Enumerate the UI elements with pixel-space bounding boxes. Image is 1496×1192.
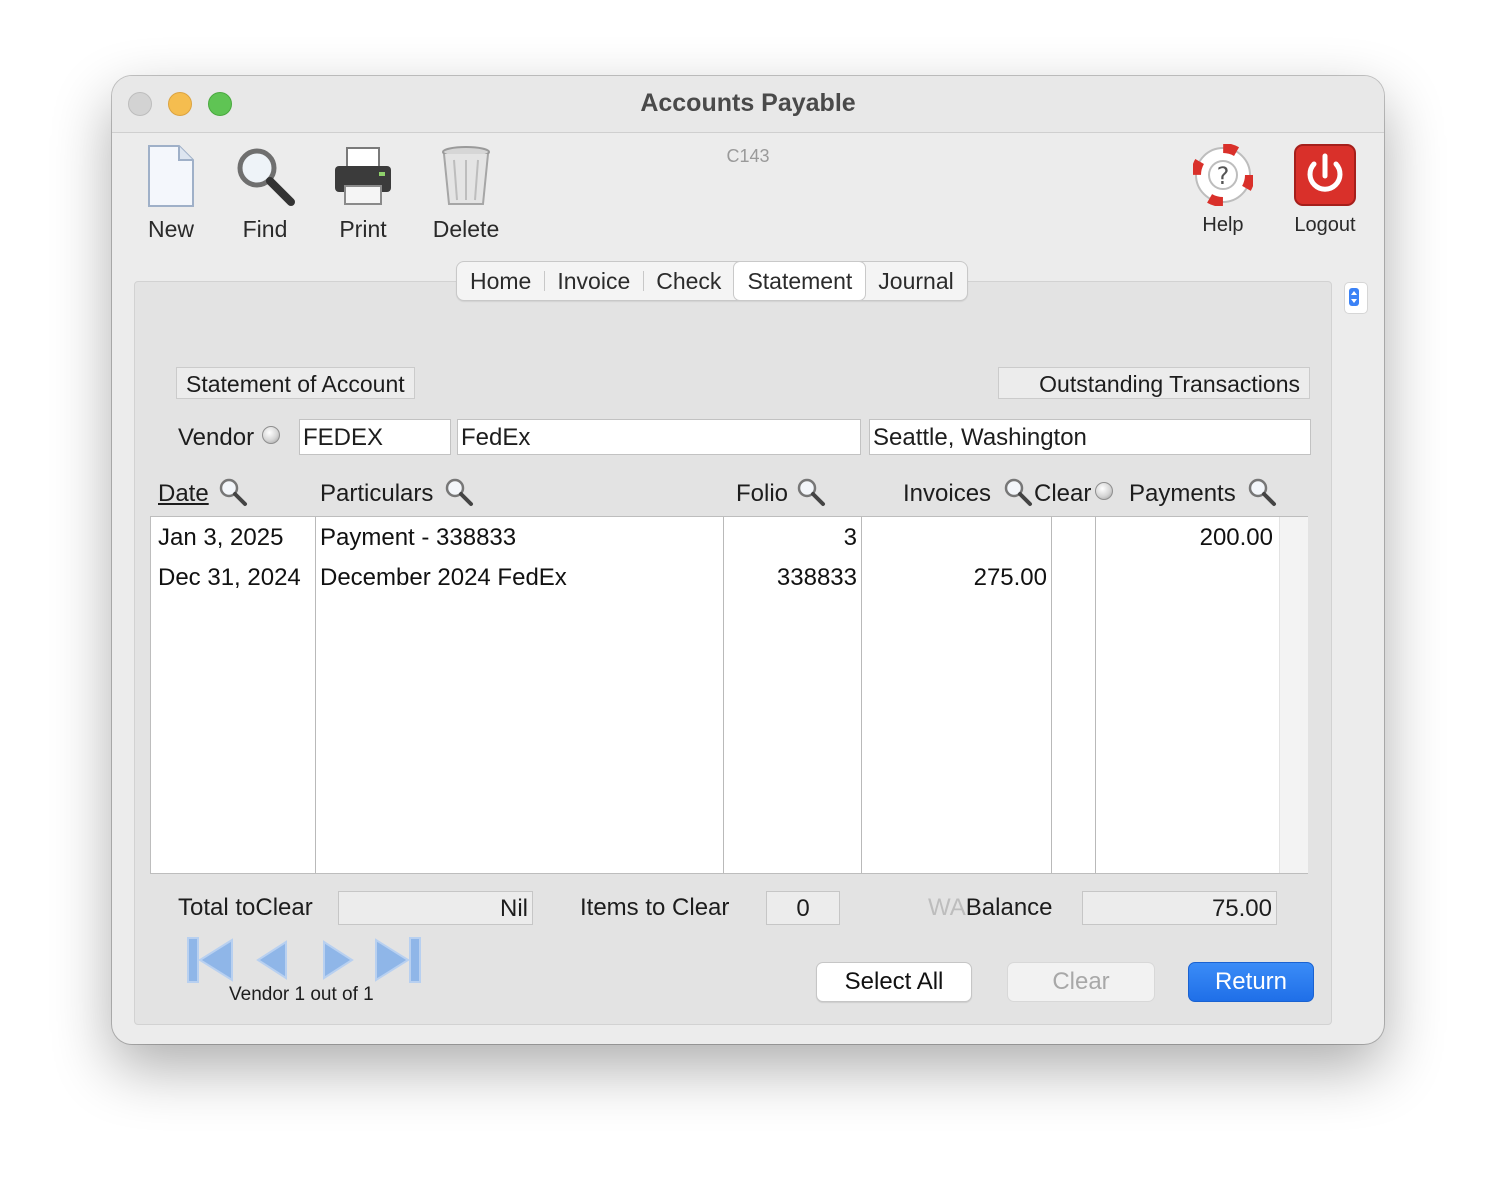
clear-button[interactable]: Clear [1007,962,1155,1002]
print-button[interactable]: Print [324,144,402,243]
return-button[interactable]: Return [1188,962,1314,1002]
clear-column-radio[interactable] [1095,482,1113,500]
vendor-location-field[interactable]: Seattle, Washington [869,419,1311,455]
tab-check[interactable]: Check [643,262,734,300]
total-to-label: Total to [178,894,256,921]
folio-column-header[interactable]: Folio [736,480,788,508]
row-folio: 3 [843,524,857,551]
new-button[interactable]: New [132,144,210,243]
delete-label: Delete [432,216,500,242]
title-bar: Accounts Payable [112,76,1384,133]
row-particulars: December 2024 FedEx [320,564,567,591]
vendor-label: Vendor [178,424,255,451]
delete-button[interactable]: Delete [424,144,508,243]
tab-invoice[interactable]: Invoice [544,262,643,300]
items-to-clear-label: Items to Clear [580,894,729,922]
balance-field: 75.00 [1082,891,1277,925]
lifebuoy-help-icon: ? [1193,144,1253,206]
date-search-icon[interactable] [218,477,248,507]
layout-stepper[interactable] [1344,282,1368,314]
previous-record-icon[interactable] [252,936,292,984]
column-divider [315,517,316,873]
column-divider [1095,517,1096,873]
record-position-caption: Vendor 1 out of 1 [229,984,374,1005]
logout-button[interactable]: Logout [1286,144,1364,237]
payments-search-icon[interactable] [1247,477,1277,507]
outstanding-transactions-label: Outstanding Transactions [998,367,1310,399]
total-clear-label: Clear [255,894,313,921]
new-label: New [147,216,194,242]
invoices-search-icon[interactable] [1003,477,1033,507]
total-to-clear-label: Total toClear [178,894,313,922]
column-divider [1051,517,1052,873]
vendor-code-field[interactable]: FEDEX [299,419,451,455]
items-to-label: Items to [580,894,666,921]
chevron-updown-icon [1349,288,1359,306]
first-record-icon[interactable] [186,936,236,984]
row-folio: 338833 [776,564,857,591]
column-divider [723,517,724,873]
vendor-name-field[interactable]: FedEx [457,419,861,455]
help-button[interactable]: ? Help [1188,144,1258,237]
accounts-payable-window: Accounts Payable C143 New Find Print Del… [112,76,1384,1044]
printer-icon [335,147,391,205]
items-to-clear-field: 0 [766,891,840,925]
power-icon [1294,144,1356,206]
find-button[interactable]: Find [226,144,304,243]
trash-icon [442,146,490,205]
particulars-column-header[interactable]: Particulars [320,480,433,508]
list-scroll-area[interactable] [1279,517,1308,873]
transactions-list[interactable]: Jan 3, 2025 Payment - 338833 3 200.00 De… [150,516,1308,874]
row-payments: 200.00 [1199,524,1273,551]
row-date: Jan 3, 2025 [158,524,284,551]
row-particulars: Payment - 338833 [320,524,517,551]
statement-of-account-label: Statement of Account [176,367,415,399]
row-invoices: 275.00 [973,564,1047,591]
date-column-header[interactable]: Date [158,480,209,508]
window-title: Accounts Payable [640,89,856,117]
row-date: Dec 31, 2024 [158,564,301,591]
help-label: Help [1202,214,1244,236]
particulars-search-icon[interactable] [444,477,474,507]
next-record-icon[interactable] [318,936,358,984]
tab-journal[interactable]: Journal [865,262,966,300]
svg-text:?: ? [1217,162,1230,190]
find-label: Find [242,216,288,242]
vendor-radio[interactable] [262,426,280,444]
new-document-icon [148,145,194,207]
payments-column-header[interactable]: Payments [1129,480,1236,508]
logout-label: Logout [1294,214,1356,236]
tab-bar: Home Invoice Check Statement Journal [456,261,968,301]
tab-home[interactable]: Home [457,262,544,300]
tab-statement[interactable]: Statement [734,262,866,300]
print-label: Print [339,216,387,242]
column-divider [861,517,862,873]
last-record-icon[interactable] [372,936,422,984]
items-clear-label: Clear [672,894,730,921]
total-to-clear-field: Nil [338,891,533,925]
select-all-button[interactable]: Select All [816,962,972,1002]
balance-text: Balance [965,894,1053,921]
balance-state-prefix: WA [928,894,966,921]
clear-column-header[interactable]: Clear [1034,480,1091,508]
folio-search-icon[interactable] [796,477,826,507]
magnifier-icon [237,148,295,206]
invoices-column-header[interactable]: Invoices [903,480,991,508]
balance-label: WABalance [928,894,1053,922]
